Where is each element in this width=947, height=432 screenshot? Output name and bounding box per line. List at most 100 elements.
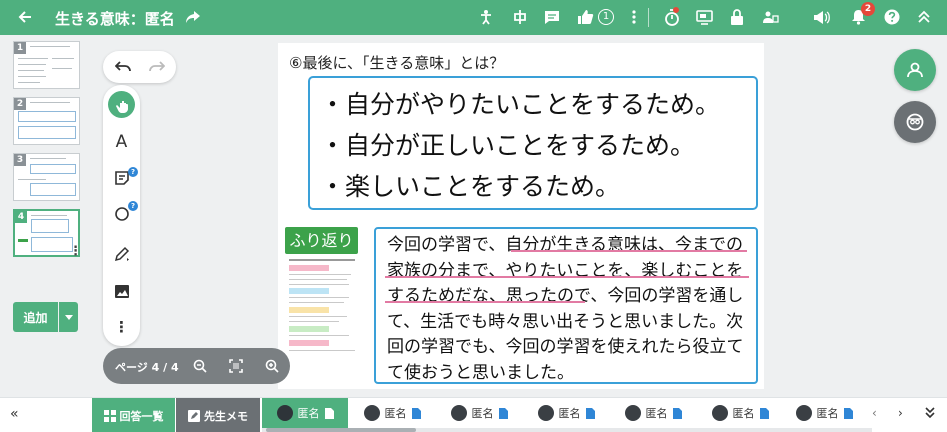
answer-list-label: 回答一覧 [119,409,164,423]
center-align-icon[interactable] [507,4,533,30]
header-divider [648,8,649,27]
student-tab-4[interactable]: 匿名 [523,398,609,428]
student-tab-6[interactable]: 匿名 [697,398,783,428]
avatar-icon [624,405,641,421]
expand-down-icon[interactable] [924,406,936,418]
teacher-memo-button[interactable]: 先生メモ [176,398,260,432]
student-name: 匿名 [471,407,494,420]
answer-line-2: ・自分が正しいことをするため。 [320,131,696,160]
student-name: 匿名 [384,407,407,420]
lock-icon[interactable] [724,4,750,30]
top-header: 生きる意味：匿名 1 2 [0,0,947,35]
scrollbar-thumb[interactable] [266,428,416,432]
page-thumbnail-1[interactable]: 1 [13,41,80,89]
scroll-right-icon[interactable]: › [898,406,903,420]
page-thumbnail-number: 4 [15,211,27,223]
scroll-left-icon[interactable]: ‹ [872,406,877,420]
document-icon [672,407,682,419]
avatar-icon [711,405,728,421]
redo-icon[interactable] [143,53,170,80]
comment-icon[interactable] [539,4,565,30]
collapse-up-icon[interactable] [911,4,937,30]
answer-box[interactable]: ・自分がやりたいことをするため。 ・自分が正しいことをするため。 ・楽しいことを… [308,76,758,210]
announce-icon[interactable] [808,4,834,30]
collapse-left-icon[interactable]: « [10,406,19,422]
highlight-stroke [385,301,585,303]
like-count: 1 [598,9,614,25]
text-tool-icon[interactable]: A [108,128,135,155]
answer-list-button[interactable]: 回答一覧 [92,398,175,432]
avatar-icon [276,405,293,421]
answer-line-1: ・自分がやりたいことをするため。 [320,90,721,119]
more-tools-icon[interactable]: ⋮ [108,313,135,340]
student-name: 匿名 [732,407,755,420]
reflection-label: ふり返り [285,227,358,254]
document-icon [843,407,853,419]
share-arrow-icon[interactable] [180,4,206,30]
pen-tool-icon[interactable] [108,240,135,267]
student-name: 匿名 [297,407,320,420]
bottom-bar: « 回答一覧 先生メモ 匿名 匿名 匿名 匿名 匿名 匿名 匿名 ‹ › [0,397,947,432]
accessibility-icon[interactable] [474,4,500,30]
student-tab-7[interactable]: 匿名 [784,398,864,428]
student-name: 匿名 [645,407,668,420]
screen-share-icon[interactable] [691,4,717,30]
zoom-in-icon[interactable] [263,357,281,375]
avatar-icon [795,405,812,421]
help-icon[interactable] [879,4,905,30]
image-tool-icon[interactable] [108,278,135,305]
page-thumbnail-number: 2 [14,98,26,110]
page-thumbnail-2[interactable]: 2 [13,97,80,145]
drawing-toolbar: A ? ? ⋮ [103,85,140,346]
avatar-icon [537,405,554,421]
reflection-worksheet-image [286,257,359,357]
page-thumbnail-number: 1 [14,42,26,54]
page-indicator: ページ 4 / 4 [115,361,179,374]
notification-badge: 2 [861,2,875,16]
student-tab-3[interactable]: 匿名 [436,398,522,428]
add-page-dropdown[interactable] [59,302,78,332]
page-navigation-bar: ページ 4 / 4 [103,348,290,384]
more-vertical-icon[interactable] [621,4,647,30]
student-tab-1[interactable]: 匿名 [262,398,348,428]
question-text: ⑥最後に、「生きる意味」とは？ [289,54,505,72]
timer-icon[interactable] [659,4,685,30]
shape-help-badge: ? [128,201,138,211]
grid-icon [103,409,116,422]
teacher-memo-label: 先生メモ [204,409,248,423]
pointer-hand-icon[interactable] [108,91,135,118]
highlight-stroke [511,250,747,252]
document-icon [585,407,595,419]
document-icon [411,407,421,419]
document-icon [498,407,508,419]
thumbnail-more-icon[interactable]: ⋮ [69,244,82,260]
student-tab-2[interactable]: 匿名 [349,398,435,428]
reflection-text: 今回の学習で、自分が生きる意味は、今までの家族の分まで、やりたいことを、楽しむこ… [387,235,744,383]
student-name: 匿名 [816,407,839,420]
student-tab-5[interactable]: 匿名 [610,398,696,428]
back-arrow-icon[interactable] [12,4,38,30]
thumbs-up-icon[interactable] [572,4,598,30]
student-name: 匿名 [558,407,581,420]
memo-pencil-icon [188,409,200,422]
student-view-button[interactable] [894,49,936,91]
teacher-view-button[interactable] [894,101,936,143]
add-page-button[interactable]: 追加 [13,302,58,332]
class-monitor-icon[interactable] [757,4,783,30]
document-icon [324,407,334,419]
undo-icon[interactable] [109,53,136,80]
zoom-out-icon[interactable] [191,357,209,375]
sticky-note-help-badge: ? [128,167,138,177]
page-title: 生きる意味：匿名 [55,10,175,28]
document-icon [759,407,769,419]
answer-line-3: ・楽しいことをするため。 [320,172,621,201]
page-thumbnail-panel: 1 2 3 4 ⋮ 追加 [0,35,92,397]
page-thumbnail-number: 3 [14,154,26,166]
page-thumbnail-3[interactable]: 3 [13,153,80,201]
undo-redo-bar [103,51,176,83]
avatar-icon [450,405,467,421]
timer-active-dot [673,7,679,13]
highlight-stroke [385,276,749,278]
fit-screen-icon[interactable] [227,357,245,375]
avatar-icon [363,405,380,421]
